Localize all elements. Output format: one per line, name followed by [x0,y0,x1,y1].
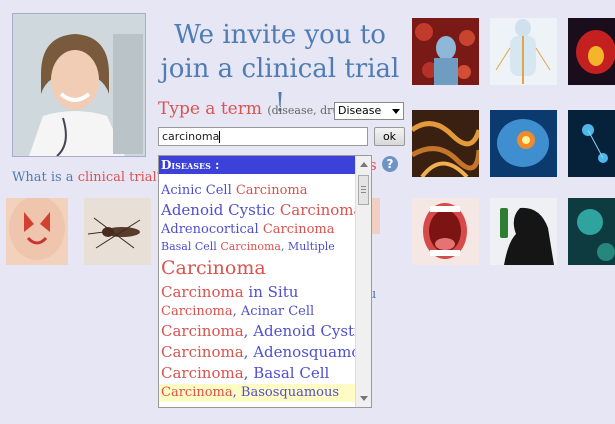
clinical-trial-question: What is a clinical trial? [12,170,164,185]
dropdown-item[interactable]: Carcinoma, Basal Cell [159,363,355,384]
item-text: Basal Cell [161,240,221,253]
dropdown-list: Acinic Cell Carcinoma Adenoid Cystic Carc… [159,182,355,402]
item-match: Carcinoma [161,257,266,279]
neurons-illustration [568,110,615,177]
dropdown-item[interactable]: Acinic Cell Carcinoma [159,182,355,200]
item-text: , Acinar Cell [232,304,315,319]
nasal-sinus-illustration [6,198,68,265]
clinical-trial-link[interactable]: clinical trial? [78,170,164,185]
type-term-label: Type a term [158,99,262,119]
item-match: Carcinoma [220,240,281,253]
dropdown-item[interactable]: Carcinoma, Basosquamous [159,384,355,402]
item-match: Carcinoma [161,322,244,340]
dropdown-item[interactable]: Carcinoma, Acinar Cell [159,303,355,321]
dropdown-category-header: Diseases : [159,156,355,174]
item-match: Carcinoma [279,201,355,219]
scrollbar[interactable] [355,156,371,407]
text-cursor [219,131,221,143]
scrollbar-thumb[interactable] [358,175,369,205]
brain-scan-illustration [490,110,557,177]
brain-glow-illustration [568,18,615,85]
item-text: Adrenocortical [161,222,263,237]
dropdown-item[interactable]: Adrenocortical Carcinoma [159,221,355,239]
autocomplete-dropdown[interactable]: Diseases : Acinic Cell Carcinoma Adenoid … [158,155,372,408]
question-prefix: What is a [12,170,78,185]
dropdown-item[interactable]: Carcinoma, Adenosquamous [159,342,355,363]
virus-cells-illustration [568,198,615,265]
dropdown-item[interactable]: Carcinoma in Situ [159,282,355,303]
search-input[interactable]: carcinoma [158,127,368,146]
item-text: , Multiple [280,240,335,253]
search-type-select[interactable]: Disease [334,102,404,120]
item-match: Carcinoma [235,183,308,198]
doctor-photo [12,13,146,157]
ok-button[interactable]: ok [374,127,405,146]
mosquito-photo [84,198,151,265]
item-text: in Situ [243,283,299,301]
virus-body-illustration [412,18,479,85]
item-match: Carcinoma [161,304,233,319]
scroll-up-icon[interactable] [360,162,368,167]
item-text: Adenoid Cystic [161,201,280,219]
help-icon[interactable]: ? [382,156,398,172]
drinking-silhouette-illustration [490,198,557,265]
dropdown-item[interactable]: Basal Cell Carcinoma, Multiple [159,239,355,255]
item-match: Carcinoma [161,343,244,361]
search-label: Type a term (disease, drug...) [158,99,361,119]
select-value: Disease [338,104,382,117]
dropdown-item[interactable]: Carcinoma [159,255,355,282]
dropdown-item[interactable]: Carcinoma, Adenoid Cystic [159,321,355,342]
item-text: , Adenosquamous [243,343,355,361]
chevron-down-icon [392,109,400,114]
search-input-value: carcinoma [162,130,220,143]
item-text: Acinic Cell [161,183,236,198]
open-mouth-illustration [412,198,479,265]
item-text: , Basosquamous [232,385,340,400]
headline-line: We invite you to [174,20,386,50]
item-text: , Adenoid Cystic [243,322,355,340]
item-match: Carcinoma [161,283,244,301]
item-match: Carcinoma [161,364,244,382]
dna-strands-illustration [412,110,479,177]
item-match: Carcinoma [161,385,233,400]
item-text: , Basal Cell [243,364,330,382]
item-match: Carcinoma [262,222,335,237]
dropdown-item[interactable]: Adenoid Cystic Carcinoma [159,200,355,221]
scroll-down-icon[interactable] [360,396,368,401]
nervous-system-illustration [490,18,557,85]
